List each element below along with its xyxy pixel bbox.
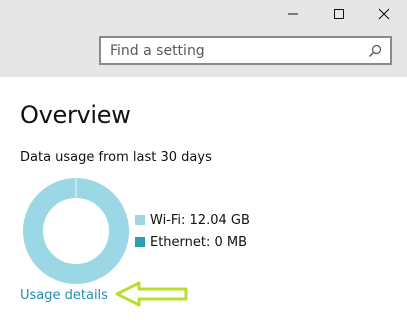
minimize-icon (288, 13, 298, 14)
legend-label-ethernet: Ethernet: 0 MB (150, 234, 248, 250)
data-usage-donut-chart (23, 178, 129, 284)
usage-details-link[interactable]: Usage details (20, 287, 108, 305)
legend-item-ethernet: Ethernet: 0 MB (135, 232, 250, 252)
search-input[interactable] (101, 38, 364, 63)
maximize-button[interactable] (316, 0, 362, 27)
chart-legend: Wi-Fi: 12.04 GB Ethernet: 0 MB (135, 210, 250, 252)
data-usage-subtitle: Data usage from last 30 days (20, 150, 212, 165)
page-title: Overview (20, 101, 131, 129)
annotation-arrow-icon (115, 281, 188, 307)
settings-window: Overview Data usage from last 30 days Wi… (0, 0, 407, 333)
close-icon (378, 8, 390, 19)
close-button[interactable] (361, 0, 407, 27)
maximize-icon (334, 8, 344, 19)
legend-label-wifi: Wi-Fi: 12.04 GB (150, 212, 250, 228)
legend-swatch-wifi (135, 215, 145, 225)
search-box[interactable] (99, 36, 392, 65)
legend-item-wifi: Wi-Fi: 12.04 GB (135, 210, 250, 230)
title-bar (0, 0, 407, 77)
minimize-button[interactable] (270, 0, 316, 27)
search-icon[interactable] (364, 40, 386, 62)
donut-slice-wi-fi (23, 178, 129, 284)
legend-swatch-ethernet (135, 237, 145, 247)
